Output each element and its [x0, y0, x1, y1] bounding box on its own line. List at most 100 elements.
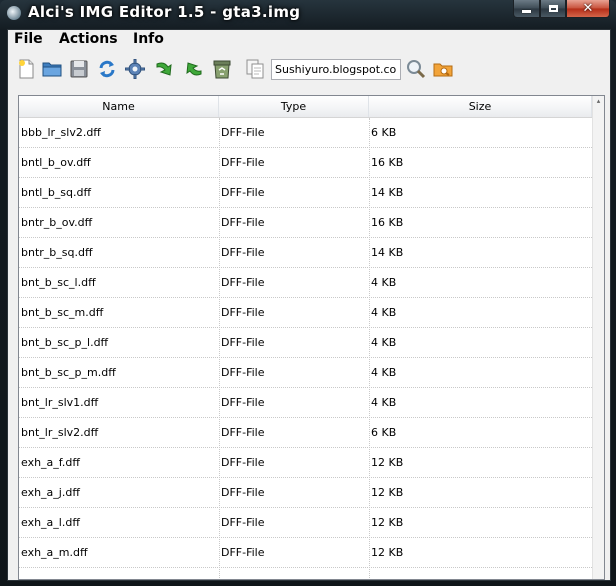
cell-name: bntl_b_ov.dff — [21, 156, 91, 169]
arrow-down-icon — [156, 62, 172, 76]
open-folder-icon — [42, 62, 62, 77]
menu-file[interactable]: File — [12, 31, 45, 47]
arrow-up-icon — [186, 62, 202, 76]
cell-name: bnt_b_sc_l.dff — [21, 276, 96, 289]
search-icon — [407, 60, 426, 79]
cell-type: DFF-File — [221, 396, 265, 409]
refresh-button[interactable] — [96, 58, 118, 80]
save-icon — [70, 60, 88, 78]
table-row[interactable]: bntr_b_ov.dff DFF-File 16 KB — [19, 208, 592, 238]
vertical-scrollbar[interactable]: ▴ — [592, 96, 604, 579]
cell-size: 6 KB — [371, 126, 397, 139]
cell-name: bntr_b_ov.dff — [21, 216, 93, 229]
cell-type: DFF-File — [221, 516, 265, 529]
cell-size: 4 KB — [371, 276, 397, 289]
maximize-button[interactable] — [540, 0, 566, 18]
gear-icon — [125, 59, 145, 79]
column-header-type[interactable]: Type — [219, 96, 369, 117]
close-button[interactable]: ✕ — [566, 0, 610, 18]
menu-bar: File Actions Info — [8, 30, 610, 52]
cell-size: 4 KB — [371, 366, 397, 379]
cell-type: DFF-File — [221, 126, 265, 139]
cell-name: bnt_b_sc_p_l.dff — [21, 336, 109, 349]
menu-actions[interactable]: Actions — [57, 31, 120, 47]
table-header: Name Type Size — [19, 96, 592, 118]
cell-type: DFF-File — [221, 336, 265, 349]
menu-info[interactable]: Info — [131, 31, 166, 47]
scroll-up-icon[interactable]: ▴ — [594, 97, 603, 106]
cell-name: exh_a_f.dff — [21, 456, 80, 469]
refresh-icon — [99, 60, 115, 78]
client-area: File Actions Info Sushiyuro.blogspot.com… — [7, 29, 611, 581]
cell-size: 16 KB — [371, 216, 404, 229]
table-row[interactable]: bnt_b_sc_p_m.dff DFF-File 4 KB — [19, 358, 592, 388]
table-row[interactable]: bnt_b_sc_m.dff DFF-File 4 KB — [19, 298, 592, 328]
cell-type: DFF-File — [221, 486, 265, 499]
table-row[interactable]: exh_a_l.dff DFF-File 12 KB — [19, 508, 592, 538]
url-input[interactable] — [271, 59, 401, 80]
cell-size: 12 KB — [371, 456, 404, 469]
table-row[interactable]: bbb_lr_slv2.dff DFF-File 6 KB — [19, 118, 592, 148]
cell-name: bbb_lr_slv2.dff — [21, 126, 101, 139]
cell-size: 4 KB — [371, 306, 397, 319]
file-table[interactable]: Name Type Size bbb_lr_slv2.dff DFF-File 6 … — [18, 95, 605, 580]
cell-type: DFF-File — [221, 456, 265, 469]
cell-size: 16 KB — [371, 156, 404, 169]
new-document-button[interactable] — [15, 58, 37, 80]
table-row[interactable]: bntl_b_ov.dff DFF-File 16 KB — [19, 148, 592, 178]
table-row[interactable]: exh_a_j.dff DFF-File 12 KB — [19, 478, 592, 508]
cell-type: DFF-File — [221, 246, 265, 259]
cell-type: DFF-File — [221, 366, 265, 379]
cell-type: DFF-File — [221, 216, 265, 229]
column-header-size[interactable]: Size — [369, 96, 592, 117]
folder-search-button[interactable] — [432, 58, 454, 80]
table-row[interactable]: bnt_b_sc_p_l.dff DFF-File 4 KB — [19, 328, 592, 358]
settings-button[interactable] — [124, 58, 146, 80]
copy-icon — [246, 59, 264, 79]
cell-name: bnt_lr_slv1.dff — [21, 396, 99, 409]
table-row[interactable]: bnt_lr_slv1.dff DFF-File 4 KB — [19, 388, 592, 418]
copy-button[interactable] — [244, 58, 266, 80]
cell-size: 12 KB — [371, 486, 404, 499]
minimize-button[interactable] — [513, 0, 540, 18]
minimize-icon — [522, 9, 531, 13]
cell-size: 4 KB — [371, 336, 397, 349]
cell-type: DFF-File — [221, 306, 265, 319]
new-document-icon — [19, 59, 34, 79]
cell-type: DFF-File — [221, 426, 265, 439]
cell-name: exh_a_l.dff — [21, 516, 80, 529]
title-bar[interactable]: Alci's IMG Editor 1.5 - gta3.img ✕ — [0, 0, 616, 28]
cell-name: exh_a_m.dff — [21, 546, 88, 559]
column-header-name[interactable]: Name — [19, 96, 219, 117]
cell-type: DFF-File — [221, 156, 265, 169]
app-window: Alci's IMG Editor 1.5 - gta3.img ✕ File … — [0, 0, 616, 586]
open-folder-button[interactable] — [41, 58, 63, 80]
import-button[interactable] — [154, 58, 176, 80]
recycle-bin-icon — [213, 60, 231, 79]
cell-type: DFF-File — [221, 186, 265, 199]
cell-type: DFF-File — [221, 276, 265, 289]
table-row[interactable]: exh_a_f.dff DFF-File 12 KB — [19, 448, 592, 478]
cell-name: bnt_b_sc_m.dff — [21, 306, 104, 319]
cell-name: exh_a_j.dff — [21, 486, 80, 499]
window-title: Alci's IMG Editor 1.5 - gta3.img — [28, 3, 301, 21]
cell-name: bnt_lr_slv2.dff — [21, 426, 99, 439]
cell-name: bntl_b_sq.dff — [21, 186, 92, 199]
search-button[interactable] — [405, 58, 427, 80]
table-row[interactable]: exh_a_m.dff DFF-File 12 KB — [19, 538, 592, 568]
caption-buttons: ✕ — [513, 0, 610, 18]
cell-size: 14 KB — [371, 186, 404, 199]
app-icon[interactable] — [7, 6, 21, 20]
table-row[interactable]: bnt_b_sc_l.dff DFF-File 4 KB — [19, 268, 592, 298]
cell-size: 6 KB — [371, 426, 397, 439]
table-row[interactable]: bntr_b_sq.dff DFF-File 14 KB — [19, 238, 592, 268]
delete-button[interactable] — [211, 58, 233, 80]
toolbar — [8, 54, 610, 86]
table-row[interactable]: bntl_b_sq.dff DFF-File 14 KB — [19, 178, 592, 208]
save-button[interactable] — [68, 58, 90, 80]
cell-name: bnt_b_sc_p_m.dff — [21, 366, 116, 379]
export-button[interactable] — [182, 58, 204, 80]
table-row[interactable]: bnt_lr_slv2.dff DFF-File 6 KB — [19, 418, 592, 448]
cell-size: 12 KB — [371, 546, 404, 559]
cell-name: bntr_b_sq.dff — [21, 246, 93, 259]
